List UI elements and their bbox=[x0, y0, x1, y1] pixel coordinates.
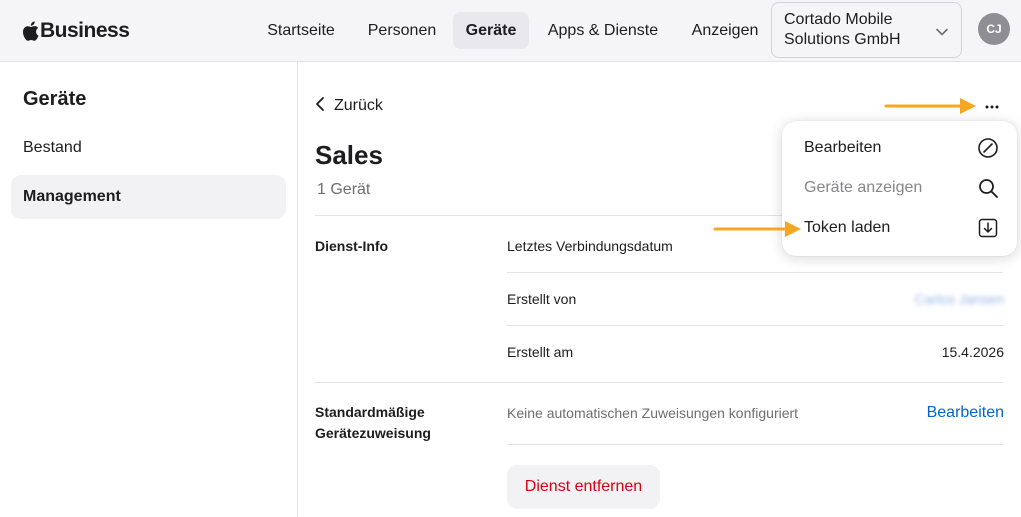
default-assignment-description: Keine automatischen Zuweisungen konfigur… bbox=[507, 405, 799, 421]
more-options-button[interactable] bbox=[980, 95, 1004, 117]
created-by-value: Carlos Jansen bbox=[914, 291, 1005, 307]
avatar[interactable]: CJ bbox=[978, 13, 1010, 45]
search-icon bbox=[977, 177, 999, 199]
nav-startseite[interactable]: Startseite bbox=[255, 12, 347, 49]
menu-item-show-devices[interactable]: Geräte anzeigen bbox=[782, 168, 1017, 208]
menu-item-edit[interactable]: Bearbeiten bbox=[782, 128, 1017, 168]
created-at-value: 15.4.2026 bbox=[941, 344, 1004, 360]
menu-item-download-token[interactable]: Token laden bbox=[782, 208, 1017, 248]
annotation-arrow-icon bbox=[713, 221, 801, 237]
options-menu: Bearbeiten Geräte anzeigen Token laden bbox=[782, 121, 1017, 256]
chevron-left-icon bbox=[315, 96, 325, 117]
download-icon bbox=[977, 217, 999, 239]
nav-personen[interactable]: Personen bbox=[357, 12, 447, 49]
service-info-label: Dienst-Info bbox=[315, 238, 389, 254]
nav-geraete[interactable]: Geräte bbox=[453, 12, 529, 49]
ellipsis-icon bbox=[984, 97, 1000, 115]
divider bbox=[507, 272, 1003, 273]
last-connection-label: Letztes Verbindungsdatum bbox=[507, 238, 673, 254]
created-at-label: Erstellt am bbox=[507, 344, 574, 360]
organization-selector[interactable]: Cortado Mobile Solutions GmbH bbox=[771, 2, 962, 58]
menu-item-label: Token laden bbox=[804, 219, 891, 236]
divider bbox=[315, 382, 1003, 383]
device-count: 1 Gerät bbox=[317, 181, 371, 198]
back-link[interactable]: Zurück bbox=[315, 95, 383, 117]
created-by-label: Erstellt von bbox=[507, 291, 577, 307]
remove-service-button[interactable]: Dienst entfernen bbox=[507, 465, 660, 509]
nav-apps-dienste[interactable]: Apps & Dienste bbox=[537, 12, 669, 49]
page-title: Sales bbox=[315, 140, 383, 170]
apple-logo-icon bbox=[22, 21, 39, 41]
sidebar-item-management[interactable]: Management bbox=[11, 175, 286, 219]
menu-item-label: Geräte anzeigen bbox=[804, 179, 923, 196]
chevron-down-icon bbox=[935, 24, 949, 42]
divider bbox=[507, 325, 1003, 326]
annotation-arrow-icon bbox=[884, 98, 976, 114]
sidebar-title: Geräte bbox=[23, 88, 87, 110]
edit-icon bbox=[977, 137, 999, 159]
sidebar-item-bestand[interactable]: Bestand bbox=[11, 126, 286, 170]
organization-name: Cortado Mobile Solutions GmbH bbox=[784, 11, 901, 48]
brand-name: Business bbox=[40, 19, 130, 42]
brand-logo[interactable]: Business bbox=[22, 17, 130, 45]
divider bbox=[507, 444, 1003, 445]
edit-assignment-link[interactable]: Bearbeiten bbox=[927, 404, 1004, 422]
sidebar: Geräte Bestand Management bbox=[0, 62, 298, 517]
default-assignment-label: Standardmäßige Gerätezuweisung bbox=[315, 404, 431, 441]
nav-anzeigen[interactable]: Anzeigen bbox=[681, 12, 769, 49]
back-label: Zurück bbox=[334, 97, 383, 114]
menu-item-label: Bearbeiten bbox=[804, 139, 882, 156]
top-bar: Business Startseite Personen Geräte Apps… bbox=[0, 0, 1021, 62]
